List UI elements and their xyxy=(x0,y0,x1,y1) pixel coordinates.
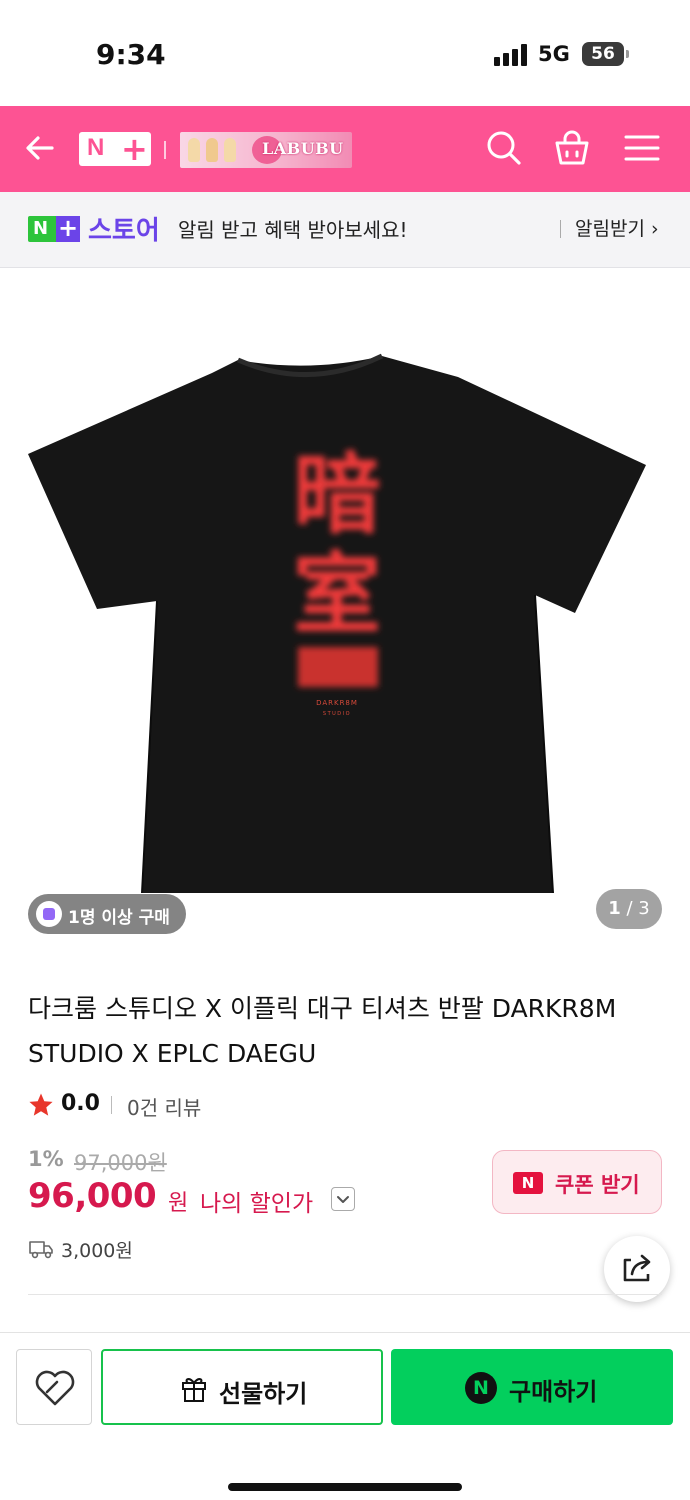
store-message: 알림 받고 혜택 받아보세요! xyxy=(178,218,408,242)
store-logo: N + xyxy=(28,216,80,242)
promo-banner[interactable]: LABUBU xyxy=(180,132,352,168)
truck-icon xyxy=(29,1241,53,1259)
section-divider xyxy=(28,1294,662,1295)
discount-rate: 1% xyxy=(28,1147,64,1171)
app-header: N + LABUBU xyxy=(0,106,690,192)
share-icon xyxy=(623,1254,651,1282)
review-count: 0건 리뷰 xyxy=(127,1096,202,1120)
print-char-1: 暗 xyxy=(293,443,381,546)
home-indicator xyxy=(228,1483,462,1491)
product-title: 다크룸 스튜디오 X 이플릭 대구 티셔츠 반팔 DARKR8M STUDIO … xyxy=(28,994,617,1068)
print-brand: DARKR8M xyxy=(316,699,358,707)
rating-divider xyxy=(111,1096,112,1114)
print-char-2: 室 xyxy=(293,543,381,646)
network-label: 5G xyxy=(538,42,570,66)
coupon-button[interactable]: N 쿠폰 받기 xyxy=(492,1150,662,1214)
naver-pay-icon: N xyxy=(465,1372,497,1404)
price-unit: 원 xyxy=(168,1191,189,1216)
buy-button[interactable]: N 구매하기 xyxy=(391,1349,673,1425)
original-price: 97,000원 xyxy=(74,1151,167,1175)
gift-button[interactable]: 선물하기 xyxy=(101,1349,383,1425)
gift-icon xyxy=(182,1378,206,1402)
store-notice-bar: N + 스토어 알림 받고 혜택 받아보세요! 알림받기 › xyxy=(0,192,690,268)
header-divider xyxy=(164,141,166,159)
back-arrow-icon[interactable] xyxy=(22,128,62,168)
alert-subscribe-link[interactable]: 알림받기 › xyxy=(575,214,659,241)
store-name: 스토어 xyxy=(88,216,160,246)
chevron-down-icon[interactable] xyxy=(331,1187,355,1211)
share-button[interactable] xyxy=(604,1236,670,1302)
image-page-counter: 1 / 3 xyxy=(596,889,662,929)
heart-icon xyxy=(35,1370,75,1406)
wishlist-button[interactable] xyxy=(16,1349,92,1425)
bag-icon xyxy=(36,901,62,927)
naver-plus-logo[interactable]: N + xyxy=(79,130,151,168)
status-bar: 9:34 5G 56 xyxy=(0,0,690,106)
coupon-label: 쿠폰 받기 xyxy=(555,1173,640,1197)
rating-score: 0.0 xyxy=(61,1091,100,1116)
product-photo: 暗 室 DARKR8M STUDIO xyxy=(28,353,646,894)
search-icon[interactable] xyxy=(484,128,524,168)
store-divider xyxy=(560,220,561,238)
product-image-carousel[interactable]: 暗 室 DARKR8M STUDIO 1명 이상 구매 1 / 3 xyxy=(0,269,690,959)
sale-price: 96,000 xyxy=(28,1176,157,1216)
menu-icon[interactable] xyxy=(622,128,662,168)
print-sub: STUDIO xyxy=(323,711,351,717)
battery-icon: 56 xyxy=(582,42,629,66)
buy-label: 구매하기 xyxy=(509,1378,598,1406)
shipping-fee: 3,000원 xyxy=(61,1240,133,1262)
naver-n-icon: N xyxy=(513,1172,543,1194)
bottom-action-bar: 선물하기 N 구매하기 xyxy=(0,1332,690,1500)
my-discount-price-label[interactable]: 나의 할인가 xyxy=(200,1184,313,1218)
star-icon xyxy=(29,1093,53,1116)
cart-icon[interactable] xyxy=(552,128,592,168)
signal-icon xyxy=(494,44,530,66)
buyer-count-badge: 1명 이상 구매 xyxy=(28,894,186,934)
banner-text: LABUBU xyxy=(262,139,344,158)
status-time: 9:34 xyxy=(96,38,166,71)
gift-label: 선물하기 xyxy=(219,1380,308,1408)
